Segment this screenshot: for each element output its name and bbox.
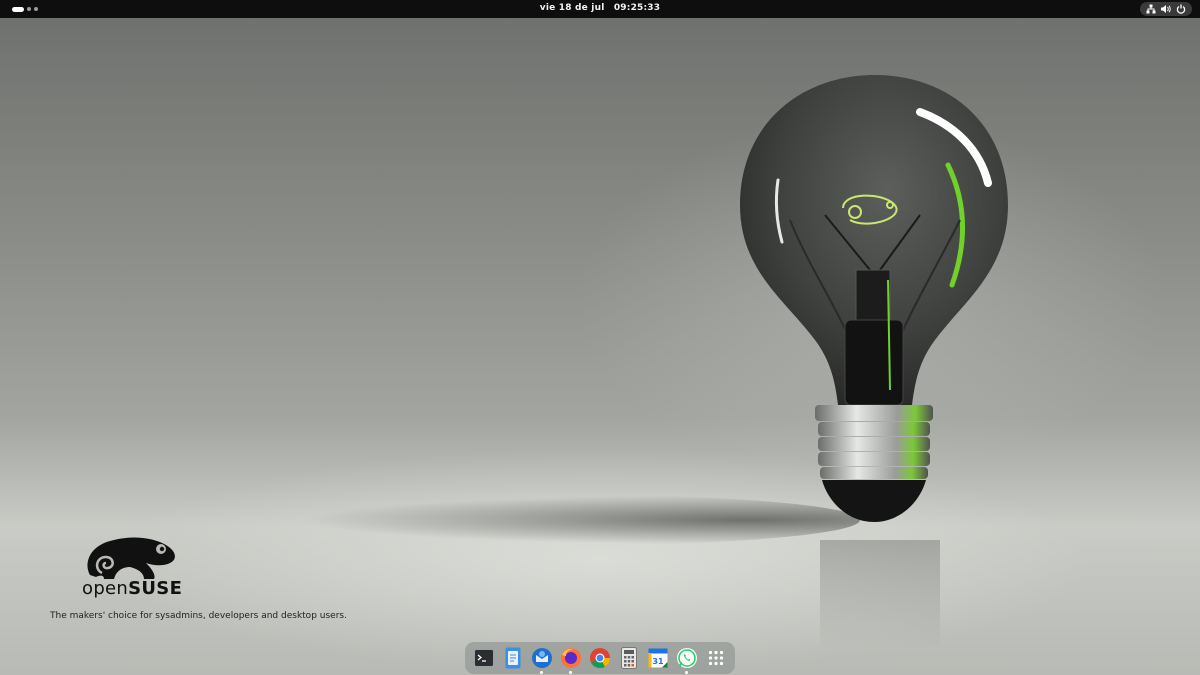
running-indicator bbox=[568, 671, 572, 674]
dock-item-calculator[interactable] bbox=[617, 646, 641, 670]
running-indicator bbox=[685, 671, 689, 674]
network-icon bbox=[1146, 4, 1157, 15]
show-apps-button[interactable] bbox=[704, 646, 728, 670]
calendar-day: 31 bbox=[653, 657, 665, 666]
chrome-icon bbox=[589, 648, 610, 669]
app-grid-icon bbox=[709, 650, 724, 666]
whatsapp-icon bbox=[677, 648, 698, 668]
clock-date: vie 18 de jul bbox=[539, 3, 605, 13]
calculator-icon bbox=[621, 647, 638, 669]
firefox-icon bbox=[560, 648, 581, 668]
wordmark-suse: SUSE bbox=[128, 578, 183, 599]
dock-item-thunderbird[interactable] bbox=[530, 646, 554, 674]
dock-item-terminal[interactable] bbox=[472, 646, 496, 670]
thunderbird-icon bbox=[531, 648, 552, 668]
running-indicator bbox=[539, 671, 543, 674]
dock-item-firefox[interactable] bbox=[559, 646, 583, 674]
dash-dock: 31 bbox=[465, 642, 735, 674]
volume-icon bbox=[1160, 4, 1172, 15]
dock-item-chrome[interactable] bbox=[588, 646, 612, 670]
calendar-icon: 31 bbox=[648, 648, 668, 668]
dock-item-whatsapp[interactable] bbox=[675, 646, 699, 674]
system-menu-button[interactable] bbox=[1140, 2, 1192, 16]
lightbulb-image bbox=[740, 75, 1008, 522]
power-icon bbox=[1175, 4, 1186, 15]
text-editor-icon bbox=[505, 647, 521, 669]
opensuse-chameleon-logo bbox=[87, 537, 175, 579]
dock-item-text-editor[interactable] bbox=[501, 646, 525, 670]
branding-tagline: The makers' choice for sysadmins, develo… bbox=[50, 611, 347, 621]
clock-button[interactable]: vie 18 de jul 09:25:33 bbox=[0, 3, 1200, 13]
terminal-icon bbox=[473, 649, 494, 667]
top-bar: vie 18 de jul 09:25:33 bbox=[0, 0, 1200, 18]
opensuse-wordmark: openSUSE bbox=[82, 578, 182, 599]
clock-time: 09:25:33 bbox=[613, 3, 661, 13]
dock-item-calendar[interactable]: 31 bbox=[646, 646, 670, 670]
wordmark-open: open bbox=[82, 578, 129, 599]
bulb-reflection bbox=[820, 540, 940, 650]
opensuse-branding: openSUSE The makers' choice for sysadmin… bbox=[50, 535, 350, 625]
